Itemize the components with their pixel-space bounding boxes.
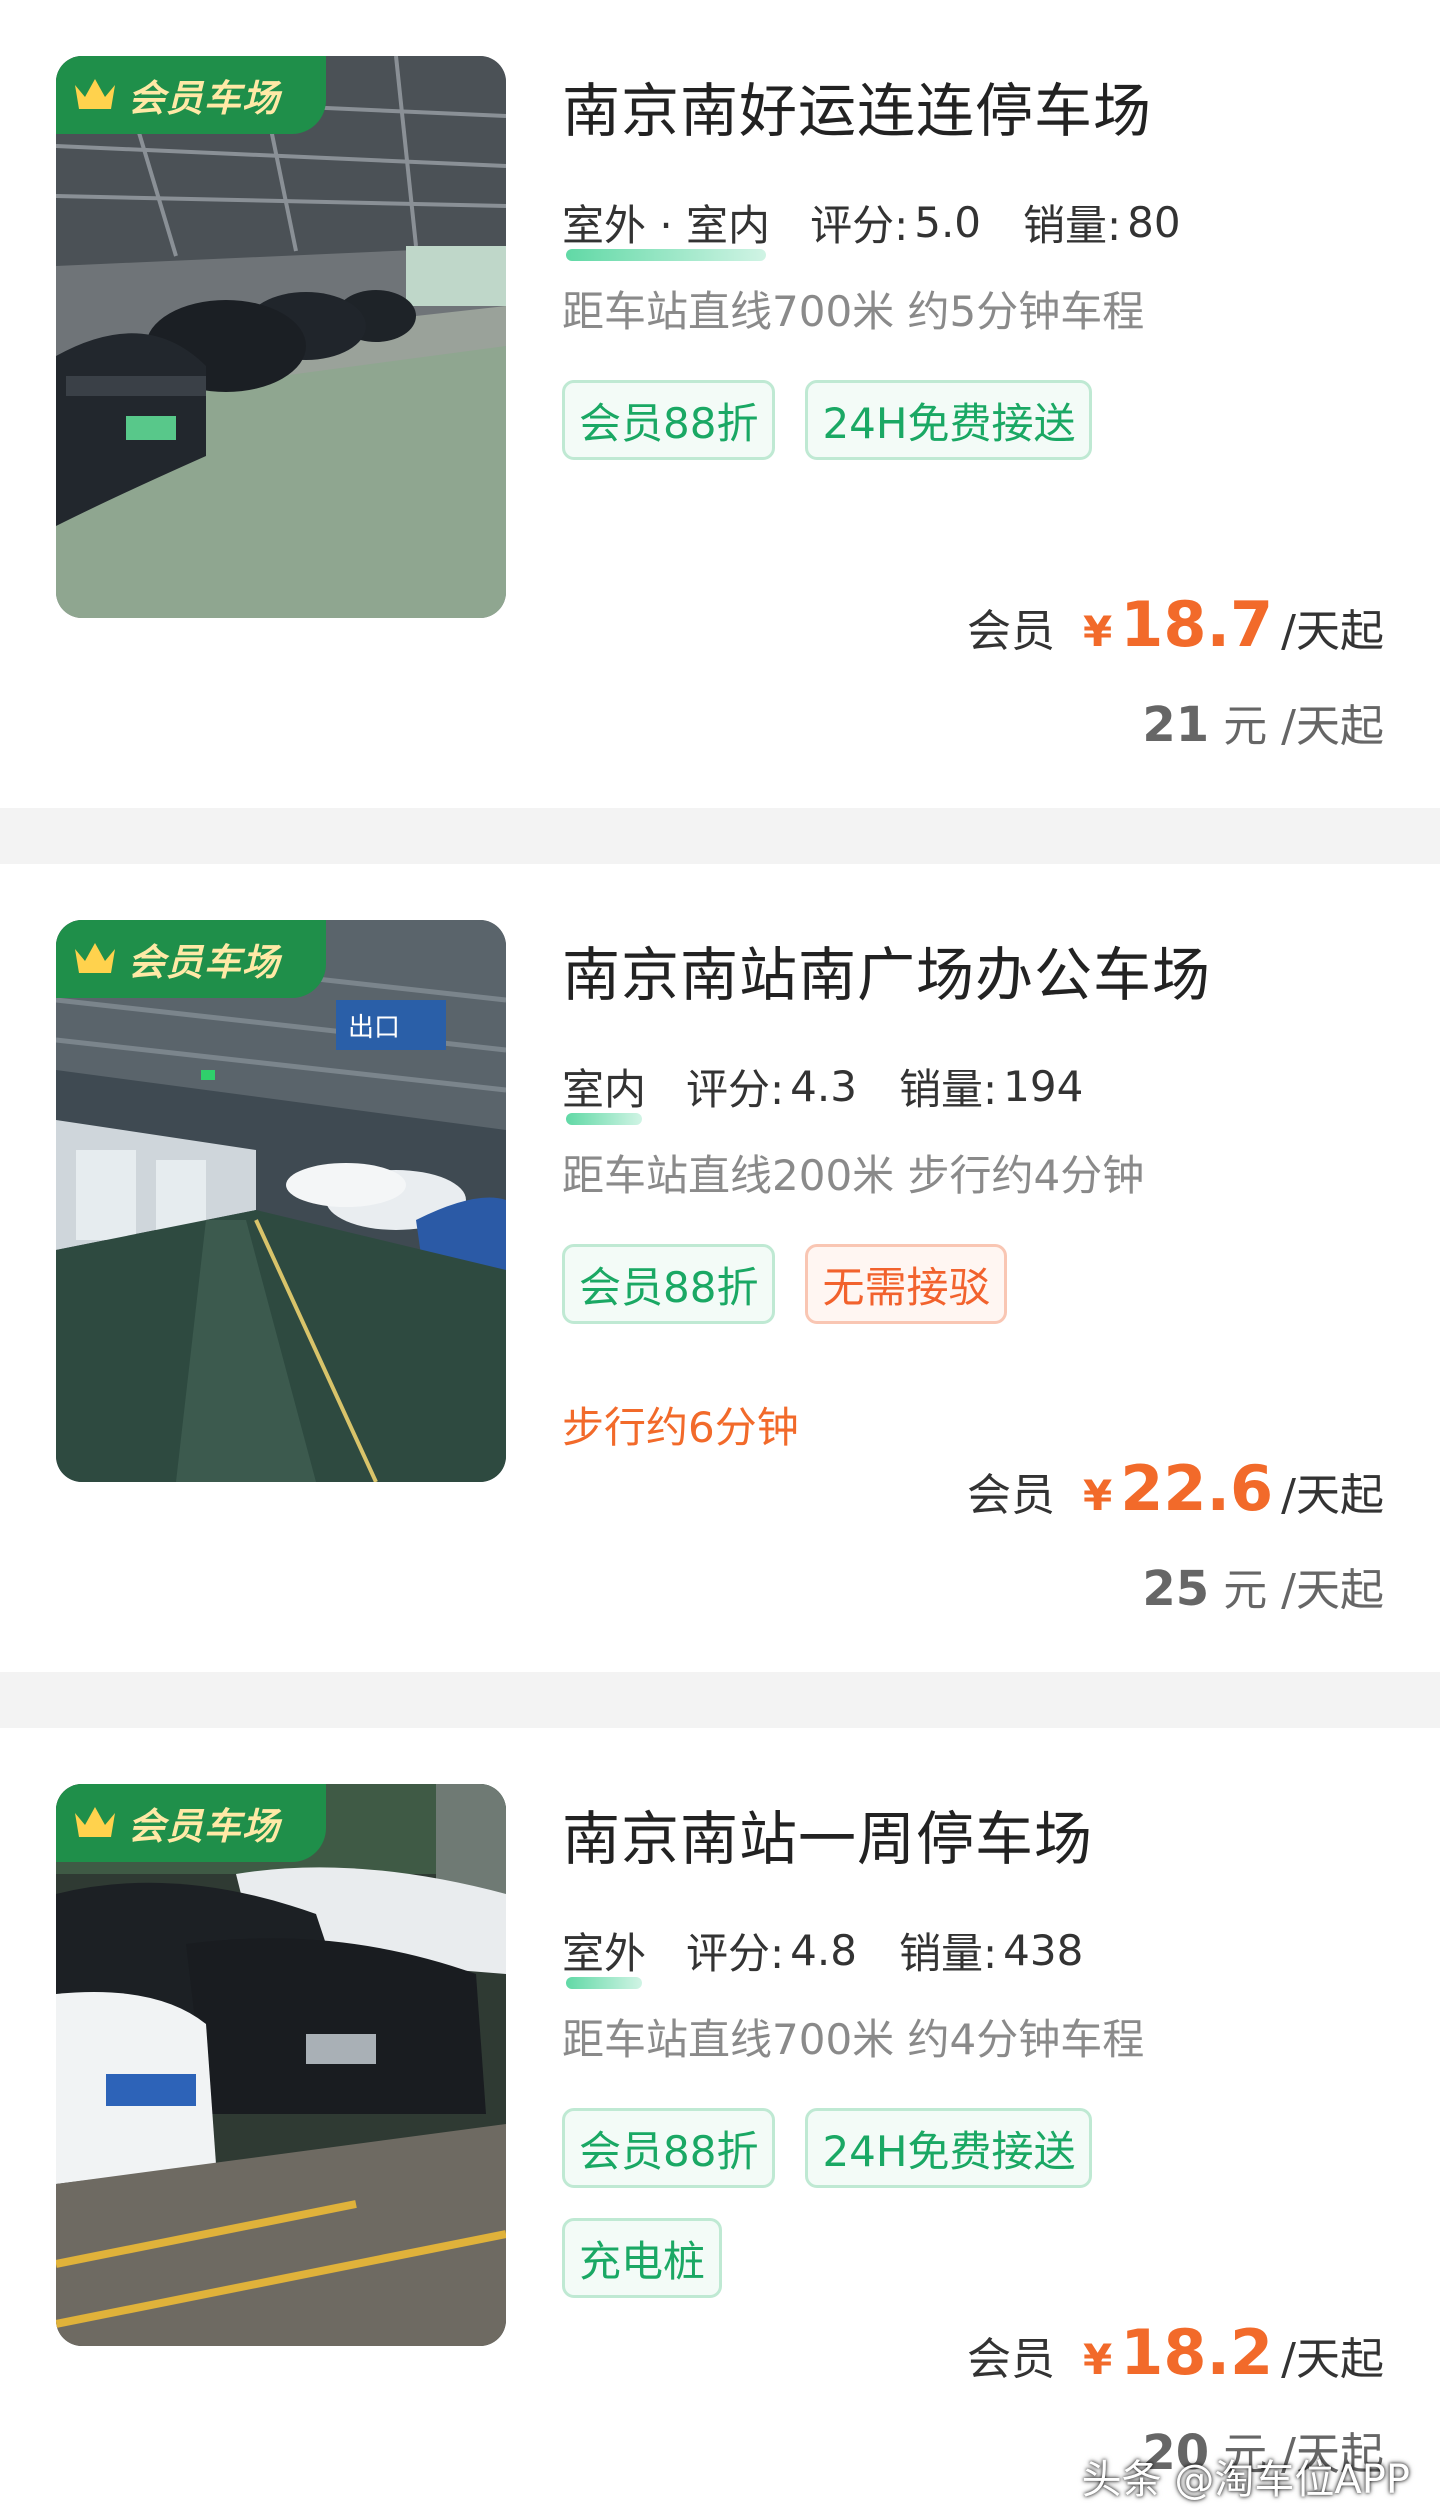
original-price-value: 21: [1142, 697, 1210, 753]
parking-lot-name[interactable]: 南京南站一周停车场: [562, 1792, 1093, 1876]
sales-value: 194: [1003, 1062, 1084, 1111]
walking-time-note: 步行约6分钟: [562, 1403, 799, 1452]
parking-listing-card[interactable]: 会员车场 南京南站一周停车场 室外 评分: 4.8 销量: 438 距车站直线7…: [0, 1728, 1440, 2509]
member-price-value: 18.2: [1120, 2316, 1274, 2389]
member-price-value: 18.7: [1120, 588, 1274, 661]
sales-label: 销量:: [1023, 201, 1122, 250]
sales-value: 80: [1127, 198, 1181, 247]
indoor-outdoor-label: 室内: [562, 1056, 646, 1125]
currency-symbol: ¥: [1082, 607, 1113, 656]
card-divider: [0, 1672, 1440, 1728]
parking-lot-photo[interactable]: 出口 会员车场: [56, 920, 506, 1482]
lot-meta-row: 室外 · 室内 评分: 5.0 销量: 80: [562, 192, 1223, 261]
parking-lot-photo[interactable]: 会员车场: [56, 56, 506, 618]
crown-icon: [75, 943, 115, 973]
parking-lot-photo[interactable]: 会员车场: [56, 1784, 506, 2346]
rating-label: 评分:: [686, 1065, 785, 1114]
member-price-value: 22.6: [1120, 1452, 1274, 1525]
parking-lot-name[interactable]: 南京南好运连连停车场: [562, 64, 1152, 148]
parking-listing-card[interactable]: 出口 会员车场 南京南站南广场办公车场 室内 评分: 4.3 销量: 194 距…: [0, 864, 1440, 1672]
indoor-outdoor-label: 室外 · 室内: [562, 192, 770, 261]
badge-label: 会员车场: [128, 77, 280, 120]
parking-lot-name[interactable]: 南京南站南广场办公车场: [562, 928, 1211, 1012]
member-price-label: 会员: [966, 606, 1055, 657]
lot-meta-row: 室内 评分: 4.3 销量: 194: [562, 1056, 1125, 1125]
crown-icon: [75, 79, 115, 109]
rating-value: 5.0: [914, 198, 982, 247]
feature-tags: 会员88折 24H免费接送 充电桩: [562, 2108, 1282, 2298]
card-divider: [0, 808, 1440, 864]
tag-member-discount: 会员88折: [562, 380, 776, 460]
parking-listing-card[interactable]: 会员车场 南京南好运连连停车场 室外 · 室内 评分: 5.0 销量: 80 距…: [0, 0, 1440, 808]
member-price-label: 会员: [966, 1470, 1055, 1521]
rating-label: 评分:: [810, 201, 909, 250]
rating-value: 4.3: [790, 1062, 857, 1111]
garage-interior-image: 出口: [56, 920, 506, 1482]
member-lot-badge: 会员车场: [56, 56, 326, 134]
rating-value: 4.8: [790, 1926, 857, 1975]
indoor-outdoor-label: 室外: [562, 1920, 646, 1989]
feature-tags: 会员88折 无需接驳: [562, 1244, 1282, 1324]
distance-info: 距车站直线700米 约4分钟车程: [562, 2015, 1145, 2064]
outdoor-parking-image: [56, 1784, 506, 2346]
rating-label: 评分:: [686, 1929, 785, 1978]
watermark: 头条 @淘车位APP: [1081, 2457, 1410, 2503]
currency-symbol: ¥: [1082, 2335, 1113, 2384]
sales-value: 438: [1003, 1926, 1084, 1975]
crown-icon: [75, 1807, 115, 1837]
sales-label: 销量:: [898, 1929, 998, 1978]
tag-no-shuttle-needed: 无需接驳: [805, 1244, 1008, 1324]
tag-free-shuttle: 24H免费接送: [805, 380, 1093, 460]
lot-meta-row: 室外 评分: 4.8 销量: 438: [562, 1920, 1125, 1989]
member-price: 会员 ¥ 18.2 /天起: [967, 2316, 1384, 2389]
tag-member-discount: 会员88折: [562, 1244, 776, 1324]
feature-tags: 会员88折 24H免费接送: [562, 380, 1282, 460]
covered-parking-image: [56, 56, 506, 618]
original-price: 25 元 /天起: [1142, 1554, 1384, 1618]
currency-symbol: ¥: [1082, 1471, 1113, 1520]
distance-info: 距车站直线700米 约5分钟车程: [562, 287, 1145, 336]
member-price: 会员 ¥ 22.6 /天起: [967, 1452, 1384, 1525]
distance-info: 距车站直线200米 步行约4分钟: [562, 1151, 1145, 1200]
price-unit: /天起: [1281, 1470, 1384, 1521]
tag-member-discount: 会员88折: [562, 2108, 776, 2188]
badge-label: 会员车场: [128, 1805, 280, 1848]
original-price-unit: 元 /天起: [1223, 701, 1384, 752]
tag-free-shuttle: 24H免费接送: [805, 2108, 1093, 2188]
original-price-unit: 元 /天起: [1223, 1565, 1384, 1616]
member-price-label: 会员: [966, 2334, 1055, 2385]
member-price: 会员 ¥ 18.7 /天起: [967, 588, 1384, 661]
member-lot-badge: 会员车场: [56, 1784, 326, 1862]
original-price-value: 25: [1142, 1561, 1210, 1617]
badge-label: 会员车场: [128, 941, 280, 984]
member-lot-badge: 会员车场: [56, 920, 326, 998]
original-price: 21 元 /天起: [1142, 690, 1384, 754]
price-unit: /天起: [1281, 2334, 1384, 2385]
price-unit: /天起: [1281, 606, 1384, 657]
tag-charging-station: 充电桩: [562, 2218, 723, 2298]
exit-sign-text: 出口: [348, 1013, 400, 1043]
sales-label: 销量:: [898, 1065, 998, 1114]
